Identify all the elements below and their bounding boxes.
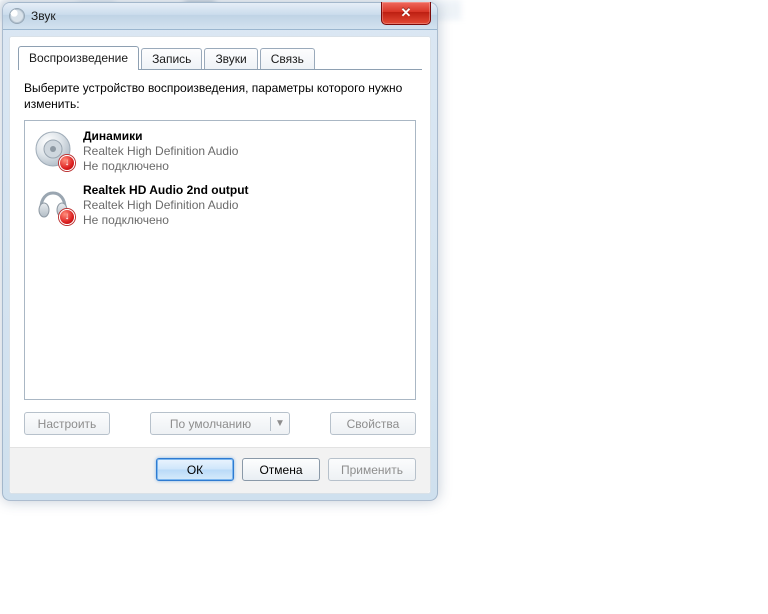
device-text: Динамики Realtek High Definition Audio Н… (83, 129, 238, 173)
device-item-headphones[interactable]: Realtek HD Audio 2nd output Realtek High… (27, 179, 413, 233)
button-label: Отмена (259, 463, 302, 477)
tabstrip: Воспроизведение Запись Звуки Связь (10, 37, 430, 69)
device-item-speakers[interactable]: Динамики Realtek High Definition Audio Н… (27, 125, 413, 179)
instruction-text: Выберите устройство воспроизведения, пар… (24, 80, 416, 112)
tab-communications[interactable]: Связь (260, 48, 315, 70)
button-label: Свойства (347, 417, 400, 431)
window-title: Звук (31, 9, 56, 23)
cancel-button[interactable]: Отмена (242, 458, 320, 481)
tab-sounds[interactable]: Звуки (204, 48, 257, 70)
dialog-body: Воспроизведение Запись Звуки Связь Выбер… (9, 36, 431, 494)
device-status: Не подключено (83, 159, 238, 173)
device-text: Realtek HD Audio 2nd output Realtek High… (83, 183, 249, 227)
playback-device-list[interactable]: Динамики Realtek High Definition Audio Н… (24, 120, 416, 400)
set-default-split-button[interactable]: По умолчанию ▼ (150, 412, 290, 435)
titlebar[interactable]: Звук ✕ (3, 3, 437, 30)
tab-label: Воспроизведение (29, 51, 128, 65)
device-name: Динамики (83, 129, 238, 143)
device-driver: Realtek High Definition Audio (83, 144, 238, 158)
device-name: Realtek HD Audio 2nd output (83, 183, 249, 197)
status-unplugged-icon (59, 155, 75, 171)
sound-app-icon (9, 8, 25, 24)
tab-label: Запись (152, 52, 191, 66)
status-unplugged-icon (59, 209, 75, 225)
tab-recording[interactable]: Запись (141, 48, 202, 70)
sound-dialog-window: Звук ✕ Воспроизведение Запись Звуки Связ… (2, 2, 438, 501)
commit-bar: ОК Отмена Применить (10, 447, 430, 493)
window-close-button[interactable]: ✕ (381, 2, 431, 25)
headphones-icon (33, 183, 73, 223)
tab-playback[interactable]: Воспроизведение (18, 46, 139, 70)
speaker-icon (33, 129, 73, 169)
button-label: Настроить (38, 417, 97, 431)
device-action-row: Настроить По умолчанию ▼ Свойства (24, 412, 416, 435)
tab-label: Связь (271, 52, 304, 66)
configure-button[interactable]: Настроить (24, 412, 110, 435)
tab-label: Звуки (215, 52, 246, 66)
properties-button[interactable]: Свойства (330, 412, 416, 435)
apply-button[interactable]: Применить (328, 458, 416, 481)
tab-page-playback: Выберите устройство воспроизведения, пар… (10, 70, 430, 447)
button-label: По умолчанию (151, 417, 271, 431)
ok-button[interactable]: ОК (156, 458, 234, 481)
device-status: Не подключено (83, 213, 249, 227)
button-label: ОК (187, 463, 203, 477)
button-label: Применить (341, 463, 403, 477)
device-driver: Realtek High Definition Audio (83, 198, 249, 212)
chevron-down-icon[interactable]: ▼ (271, 418, 289, 429)
close-icon: ✕ (401, 5, 412, 21)
